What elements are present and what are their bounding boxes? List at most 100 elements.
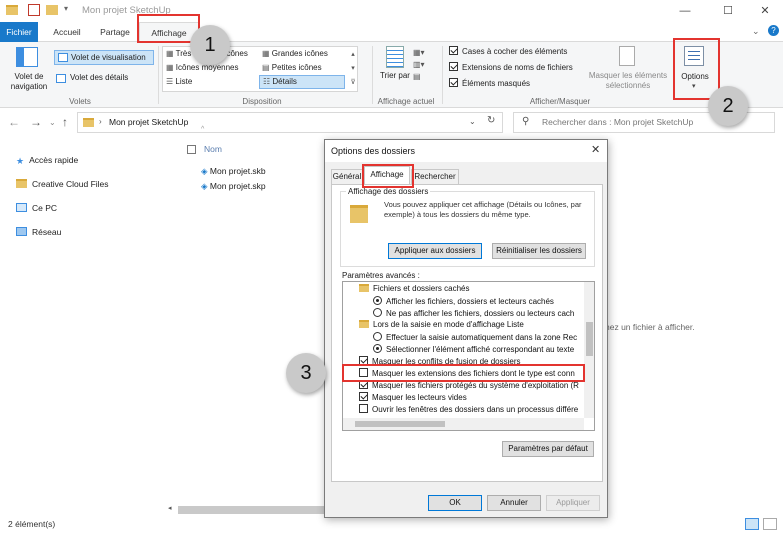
nav-item-creative-cloud[interactable]: Creative Cloud Files xyxy=(16,179,109,189)
sort-by-button[interactable]: Trier par xyxy=(378,71,412,81)
hidden-items-toggle[interactable]: Éléments masqués xyxy=(449,78,530,88)
nav-item-quick-access[interactable]: ★ Accès rapide xyxy=(16,155,78,166)
computer-icon xyxy=(16,203,27,212)
hide-selected-button[interactable]: Masquer les éléments sélectionnés xyxy=(584,71,672,91)
highlight-hide-extensions xyxy=(342,364,585,382)
ribbon-collapse-icon[interactable]: ⌄ xyxy=(752,26,760,37)
advanced-settings-label: Paramètres avancés : xyxy=(342,271,420,280)
vertical-scrollbar[interactable] xyxy=(584,282,594,418)
address-bar[interactable]: › Mon projet SketchUp ⌄ ↻ xyxy=(77,112,503,133)
search-placeholder: Rechercher dans : Mon projet SketchUp xyxy=(542,117,694,127)
item-checkboxes-toggle[interactable]: Cases à cocher des éléments xyxy=(449,46,567,56)
nav-item-network[interactable]: Réseau xyxy=(16,227,61,237)
list-item[interactable]: Effectuer la saisie automatiquement dans… xyxy=(373,332,577,342)
cancel-button[interactable]: Annuler xyxy=(487,495,541,511)
column-header-name[interactable]: Nom xyxy=(204,144,222,154)
horizontal-scrollbar[interactable] xyxy=(343,418,584,430)
dialog-close-icon[interactable]: ✕ xyxy=(591,143,600,156)
new-folder-icon[interactable] xyxy=(46,5,58,15)
layout-list[interactable]: ☰ Liste xyxy=(166,77,192,86)
network-icon xyxy=(16,227,27,236)
maximize-button[interactable]: ☐ xyxy=(708,2,748,20)
folder-icon xyxy=(6,5,18,15)
star-icon: ★ xyxy=(16,156,25,166)
list-item[interactable]: Masquer les lecteurs vides xyxy=(359,392,467,402)
ok-button[interactable]: OK xyxy=(428,495,482,511)
ribbon-separator xyxy=(372,46,373,104)
scroll-left-icon[interactable]: ◂ xyxy=(168,504,172,512)
list-item: Lors de la saisie en mode d'affichage Li… xyxy=(359,320,524,329)
folder-icon xyxy=(16,179,27,188)
layout-details[interactable]: ☷ Détails xyxy=(259,75,345,89)
layout-scroll-icon[interactable]: ▴ ▾ ⊽ xyxy=(349,48,357,90)
select-all-checkbox[interactable] xyxy=(187,145,196,154)
tab-accueil[interactable]: Accueil xyxy=(47,22,87,42)
list-item[interactable]: Afficher les fichiers, dossiers et lecte… xyxy=(373,296,554,306)
close-button[interactable]: ✕ xyxy=(745,2,783,20)
layout-medium-icons[interactable]: ▦ Icônes moyennes xyxy=(166,63,238,72)
sort-by-icon xyxy=(386,46,404,68)
up-icon[interactable]: ↑ xyxy=(62,115,68,129)
breadcrumb-chevron-icon: › xyxy=(99,117,102,126)
minimize-button[interactable]: — xyxy=(665,2,705,20)
navigation-pane-button[interactable]: Volet de navigation xyxy=(6,72,52,92)
apply-to-folders-button[interactable]: Appliquer aux dossiers xyxy=(388,243,482,259)
restore-defaults-button[interactable]: Paramètres par défaut xyxy=(502,441,594,457)
empty-preview-hint: nez un fichier à afficher. xyxy=(605,322,695,332)
highlight-affichage-dialog-tab xyxy=(362,164,414,188)
list-item[interactable]: Ne pas afficher les fichiers, dossiers o… xyxy=(373,308,574,318)
navigation-pane-icon xyxy=(16,47,38,67)
tab-partage[interactable]: Partage xyxy=(95,22,135,42)
back-icon[interactable]: ← xyxy=(8,115,20,129)
group-disposition: Disposition xyxy=(242,97,282,106)
ribbon-separator xyxy=(442,46,443,104)
address-dropdown-icon[interactable]: ⌄ xyxy=(469,117,476,126)
folder-icon xyxy=(83,118,94,127)
quick-access-dropdown-icon[interactable]: ▾ xyxy=(64,4,68,13)
highlight-options-button xyxy=(673,38,720,100)
details-pane-button[interactable]: Volet des détails xyxy=(56,73,129,83)
group-volets: Volets xyxy=(69,97,91,106)
breadcrumb[interactable]: Mon projet SketchUp xyxy=(109,117,188,127)
reset-folders-button[interactable]: Réinitialiser les dossiers xyxy=(492,243,586,259)
folder-views-text: Vous pouvez appliquer cet affichage (Dét… xyxy=(384,200,582,219)
view-options-icons[interactable]: ▦▾ ▥▾ ▤ xyxy=(413,47,425,83)
ribbon-separator xyxy=(158,46,159,104)
step-badge-1: 1 xyxy=(190,25,230,65)
nav-item-this-pc[interactable]: Ce PC xyxy=(16,203,57,213)
folder-options-dialog: Options des dossiers ✕ Général Affichage… xyxy=(324,139,608,518)
status-text: 2 élément(s) xyxy=(8,519,56,529)
tab-fichier[interactable]: Fichier xyxy=(0,22,38,42)
hide-selected-icon xyxy=(619,46,635,66)
help-icon[interactable]: ? xyxy=(768,25,779,36)
step-badge-2: 2 xyxy=(708,86,748,126)
large-icons-view-icon[interactable] xyxy=(763,518,777,530)
dialog-title-bar: Options des dossiers ✕ xyxy=(325,140,607,162)
group-affichage-actuel: Affichage actuel xyxy=(377,97,435,106)
folder-views-title: Affichage des dossiers xyxy=(346,187,431,196)
tab-panel: Affichage des dossiers Vous pouvez appli… xyxy=(331,184,603,482)
search-icon: ⚲ xyxy=(522,116,530,127)
details-view-icon[interactable] xyxy=(745,518,759,530)
list-item[interactable]: ◈ Mon projet.skb xyxy=(201,166,266,177)
horizontal-scrollbar[interactable] xyxy=(178,506,328,514)
layout-small-icons[interactable]: ▤ Petites icônes xyxy=(262,63,322,72)
properties-icon[interactable] xyxy=(28,4,40,16)
preview-pane-button[interactable]: Volet de visualisation xyxy=(54,50,154,65)
forward-icon[interactable]: → xyxy=(30,115,42,129)
file-extensions-toggle[interactable]: Extensions de noms de fichiers xyxy=(449,62,573,72)
tab-rechercher[interactable]: Rechercher xyxy=(411,169,459,184)
dialog-title: Options des dossiers xyxy=(331,146,416,156)
list-item[interactable]: Sélectionner l'élément affiché correspon… xyxy=(373,344,574,354)
layout-large-icons[interactable]: ▦ Grandes icônes xyxy=(262,49,328,58)
tab-general[interactable]: Général xyxy=(331,169,363,184)
list-item[interactable]: Ouvrir les fenêtres des dossiers dans un… xyxy=(359,404,578,414)
ribbon-tabs: Fichier Accueil Partage Affichage ⌄ ? xyxy=(0,22,783,42)
recent-locations-icon[interactable]: ⌄ xyxy=(49,118,56,127)
list-item[interactable]: ◈ Mon projet.skp xyxy=(201,181,266,192)
refresh-icon[interactable]: ↻ xyxy=(487,115,495,126)
advanced-settings-list[interactable]: Fichiers et dossiers cachés Afficher les… xyxy=(342,281,595,431)
apply-button[interactable]: Appliquer xyxy=(546,495,600,511)
details-pane-label: Volet des détails xyxy=(70,73,129,82)
list-item: Fichiers et dossiers cachés xyxy=(359,284,469,293)
